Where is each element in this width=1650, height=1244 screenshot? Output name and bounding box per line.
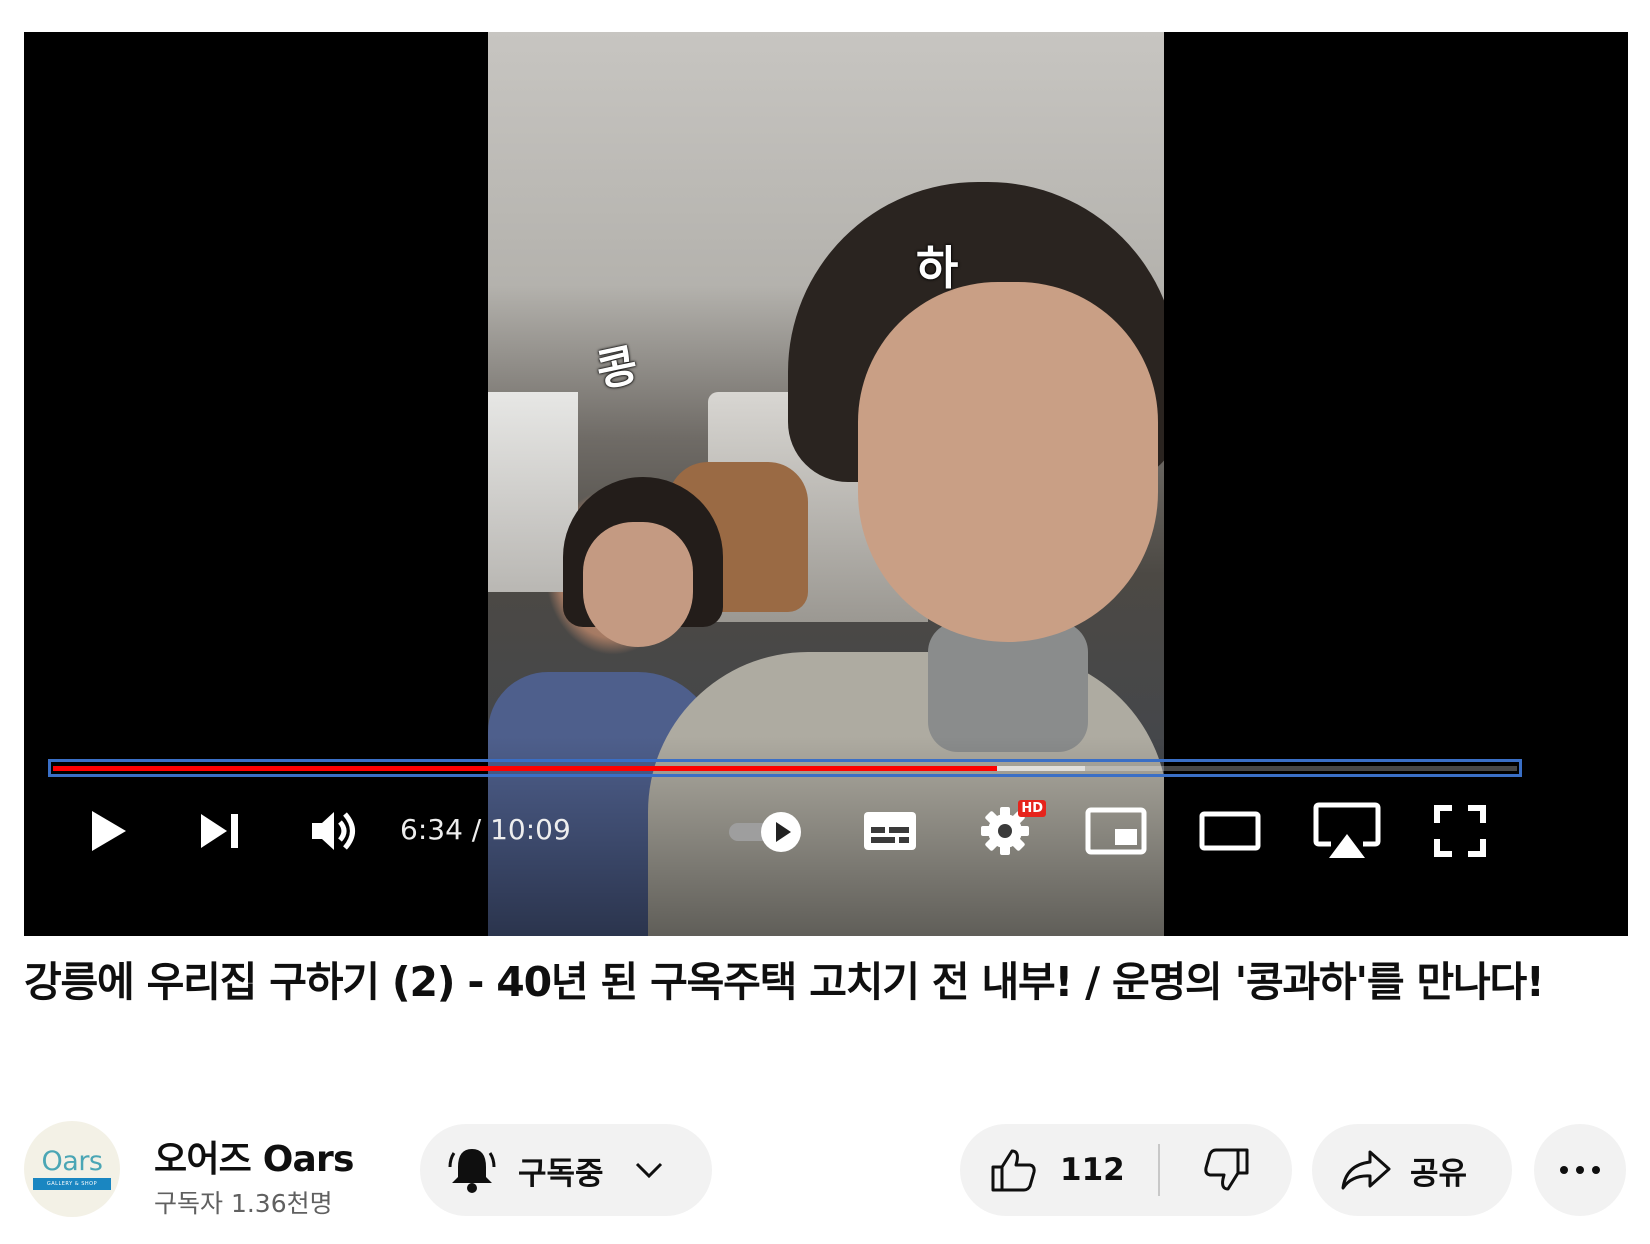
fullscreen-icon — [1434, 805, 1486, 857]
share-button[interactable]: 공유 — [1312, 1124, 1512, 1216]
like-button[interactable]: 112 — [960, 1124, 1158, 1216]
video-caption-kong: 콩 — [592, 339, 643, 398]
man-face — [858, 282, 1158, 642]
airplay-button[interactable] — [1312, 802, 1382, 860]
miniplayer-icon — [1085, 807, 1147, 855]
autoplay-toggle-icon — [729, 812, 801, 852]
subscribe-button[interactable]: 구독중 — [420, 1124, 712, 1216]
like-count: 112 — [1060, 1152, 1125, 1188]
subtitles-button[interactable] — [860, 802, 920, 860]
video-title: 강릉에 우리집 구하기 (2) - 40년 된 구옥주택 고치기 전 내부! /… — [24, 958, 1545, 1006]
settings-button[interactable]: HD — [976, 800, 1046, 860]
bell-icon — [448, 1149, 496, 1193]
chevron-down-icon — [635, 1162, 662, 1179]
progress-played — [53, 766, 998, 771]
volume-button[interactable] — [304, 802, 366, 860]
more-dot-icon — [1592, 1166, 1600, 1174]
airplay-icon — [1313, 802, 1381, 858]
channel-logo-text: Oars — [41, 1146, 103, 1177]
share-icon — [1341, 1150, 1391, 1190]
subscribe-label: 구독중 — [518, 1155, 604, 1192]
dislike-button[interactable] — [1160, 1124, 1292, 1216]
video-player[interactable]: 하 콩 6:34 / 10:09 HD — [24, 32, 1628, 936]
more-actions-button[interactable] — [1534, 1124, 1626, 1216]
volume-icon — [312, 812, 355, 850]
like-dislike-group: 112 — [960, 1124, 1292, 1216]
next-icon — [201, 814, 238, 848]
fullscreen-button[interactable] — [1430, 802, 1490, 860]
channel-avatar[interactable]: Oars GALLERY & SHOP — [24, 1121, 120, 1217]
autoplay-toggle[interactable] — [724, 802, 810, 860]
theater-mode-icon — [1199, 811, 1261, 851]
subtitles-icon — [864, 812, 916, 850]
more-dot-icon — [1560, 1166, 1568, 1174]
channel-name[interactable]: 오어즈 Oars — [154, 1130, 354, 1182]
more-dot-icon — [1576, 1166, 1584, 1174]
next-button[interactable] — [190, 802, 248, 860]
thumbs-down-icon — [1204, 1148, 1249, 1191]
time-display: 6:34 / 10:09 — [400, 813, 571, 846]
subscriber-count: 구독자 1.36천명 — [154, 1189, 333, 1218]
hd-badge: HD — [1018, 800, 1046, 817]
share-label: 공유 — [1410, 1155, 1468, 1192]
play-button[interactable] — [80, 802, 136, 860]
video-caption-ha: 하 — [916, 241, 959, 295]
theater-mode-button[interactable] — [1198, 802, 1262, 860]
channel-logo-subtext: GALLERY & SHOP — [33, 1178, 111, 1190]
play-icon — [92, 811, 126, 851]
miniplayer-button[interactable] — [1084, 802, 1148, 860]
woman-face — [583, 522, 693, 647]
thumbs-up-icon — [991, 1149, 1036, 1192]
progress-bar[interactable] — [48, 759, 1522, 777]
